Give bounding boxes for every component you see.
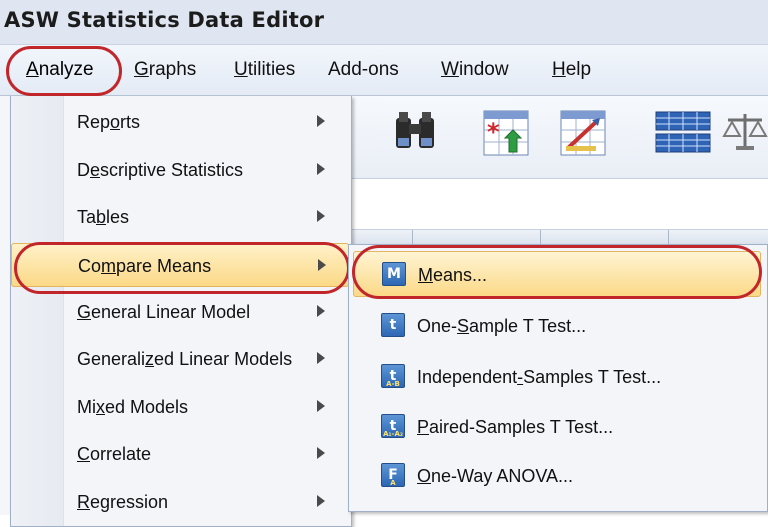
submenu-item-means[interactable]: M Means... xyxy=(353,251,761,297)
menu-item-generalized-linear-models[interactable]: Generalized Linear Models xyxy=(11,337,349,381)
menu-item-tables[interactable]: Tables xyxy=(11,195,349,239)
submenu-arrow-icon xyxy=(317,447,325,459)
menu-add-ons[interactable]: Add-ons xyxy=(328,59,399,81)
menu-item-label: Descriptive Statistics xyxy=(77,160,244,180)
submenu-arrow-icon xyxy=(317,495,325,507)
means-icon: M xyxy=(382,262,406,286)
svg-text:*: * xyxy=(487,118,500,146)
menu-item-reports[interactable]: Reports xyxy=(11,100,349,144)
submenu-item-paired-samples-t-test[interactable]: t A₁-A₂ Paired-Samples T Test... xyxy=(353,404,761,450)
editor-left-edge xyxy=(0,96,10,515)
menu-item-correlate[interactable]: Correlate xyxy=(11,432,349,476)
paired-t-icon: t A₁-A₂ xyxy=(381,414,405,438)
menu-item-mixed-models[interactable]: Mixed Models xyxy=(11,385,349,429)
submenu-item-one-sample-t-test[interactable]: t One-Sample T Test... xyxy=(353,303,761,349)
menu-item-label: Generalized Linear Models xyxy=(77,349,293,369)
menu-item-label: Regression xyxy=(77,492,169,512)
submenu-arrow-icon xyxy=(317,210,325,222)
submenu-item-independent-samples-t-test[interactable]: t A-B Independent-Samples T Test... xyxy=(353,354,761,400)
submenu-arrow-icon xyxy=(317,305,325,317)
menu-item-label: Tables xyxy=(77,207,130,227)
analyze-menu: Reports Descriptive Statistics Tables Co… xyxy=(10,96,352,527)
submenu-arrow-icon xyxy=(318,259,326,271)
menu-window[interactable]: Window xyxy=(441,59,509,81)
variables-grid-icon[interactable] xyxy=(654,108,711,154)
title-bar: ASW Statistics Data Editor xyxy=(0,0,768,45)
submenu-item-label: Independent-Samples T Test... xyxy=(417,367,662,387)
menu-item-label: Correlate xyxy=(77,444,152,464)
insert-cases-icon[interactable]: * xyxy=(481,108,529,156)
submenu-arrow-icon xyxy=(317,115,325,127)
cell-editor-bar[interactable] xyxy=(352,179,768,230)
menu-item-regression[interactable]: Regression xyxy=(11,480,349,524)
menu-item-label: Reports xyxy=(77,112,141,132)
find-binoculars-icon[interactable] xyxy=(392,108,438,154)
submenu-item-label: One-Way ANOVA... xyxy=(417,466,574,486)
menu-analyze[interactable]: Analyze xyxy=(26,59,94,81)
menu-item-descriptive-statistics[interactable]: Descriptive Statistics xyxy=(11,148,349,192)
submenu-item-label: One-Sample T Test... xyxy=(417,316,587,336)
menu-item-compare-means[interactable]: Compare Means xyxy=(11,243,349,287)
chart-builder-icon[interactable] xyxy=(558,108,606,156)
submenu-arrow-icon xyxy=(317,352,325,364)
compare-means-submenu: M Means... t One-Sample T Test... t A-B I… xyxy=(348,244,768,512)
one-sample-t-icon: t xyxy=(381,313,405,337)
menu-item-label: Compare Means xyxy=(78,256,212,276)
submenu-item-one-way-anova[interactable]: FA One-Way ANOVA... xyxy=(353,453,761,499)
menu-utilities[interactable]: Utilities xyxy=(234,59,295,81)
submenu-arrow-icon xyxy=(317,163,325,175)
submenu-arrow-icon xyxy=(317,400,325,412)
submenu-item-label: Means... xyxy=(418,265,488,285)
menu-item-label: General Linear Model xyxy=(77,302,251,322)
anova-icon: FA xyxy=(381,463,405,487)
menu-item-general-linear-model[interactable]: General Linear Model xyxy=(11,290,349,334)
menu-item-label: Mixed Models xyxy=(77,397,189,417)
independent-t-icon: t A-B xyxy=(381,364,405,388)
menu-help[interactable]: Help xyxy=(552,59,591,81)
weight-scale-icon[interactable] xyxy=(722,108,768,154)
window-title: ASW Statistics Data Editor xyxy=(4,8,325,32)
menu-graphs[interactable]: Graphs xyxy=(134,59,196,81)
submenu-item-label: Paired-Samples T Test... xyxy=(417,417,614,437)
menu-bar: Analyze Graphs Utilities Add-ons Window … xyxy=(0,45,768,96)
